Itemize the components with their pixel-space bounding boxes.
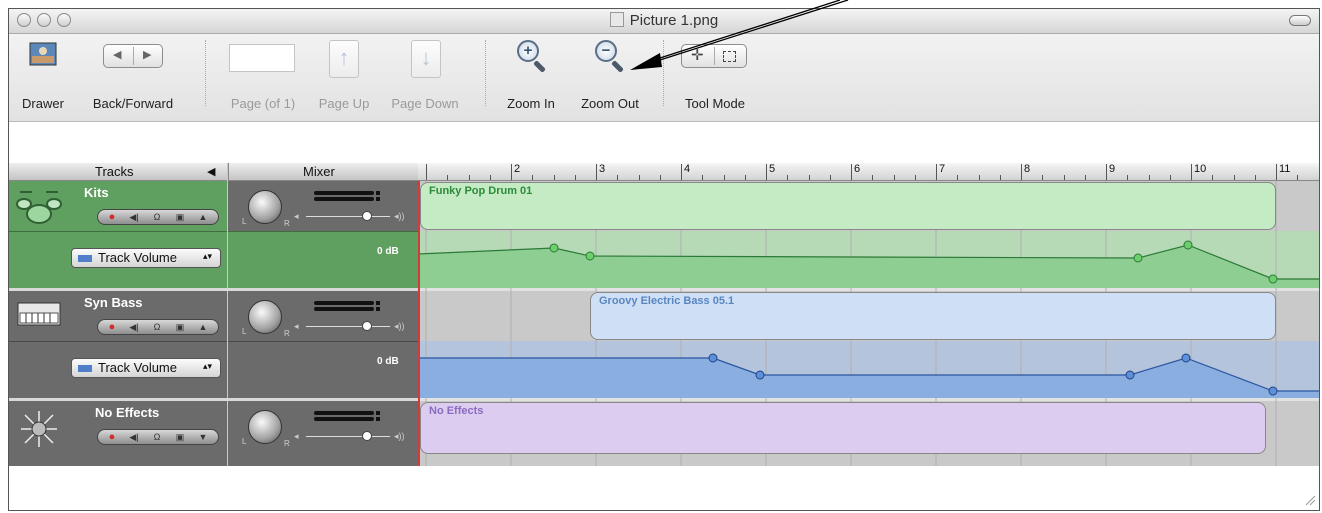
annotation-overlay	[630, 0, 849, 70]
annotation-line	[659, 0, 841, 59]
annotation-line	[659, 0, 849, 61]
annotation-arrow-icon	[630, 53, 662, 70]
